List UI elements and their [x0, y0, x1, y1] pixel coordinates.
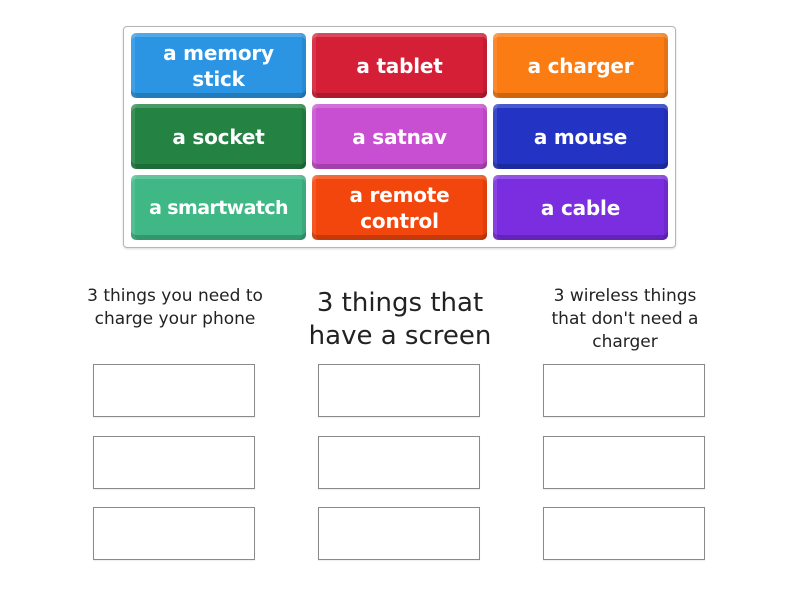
- drop-slot-group3-3[interactable]: [543, 507, 705, 560]
- tile-label: a remote control: [349, 182, 450, 233]
- drop-slot-group1-2[interactable]: [93, 436, 255, 489]
- drop-slot-group2-2[interactable]: [318, 436, 480, 489]
- drop-slot-group3-1[interactable]: [543, 364, 705, 417]
- tile-satnav[interactable]: a satnav: [312, 104, 487, 169]
- drop-slot-group3-2[interactable]: [543, 436, 705, 489]
- group-title-have-screen: 3 things that have a screen: [308, 288, 492, 351]
- tile-label: a charger: [527, 53, 634, 78]
- tile-label: a mouse: [533, 124, 628, 149]
- drop-slot-group1-3[interactable]: [93, 507, 255, 560]
- tile-label: a memory stick: [163, 40, 274, 91]
- tile-tablet[interactable]: a tablet: [312, 33, 487, 98]
- drop-slot-group1-1[interactable]: [93, 364, 255, 417]
- group-title-wireless: 3 wireless things that don't need a char…: [551, 286, 699, 352]
- drop-slot-group2-1[interactable]: [318, 364, 480, 417]
- tile-label: a satnav: [352, 124, 447, 149]
- tile-label: a smartwatch: [149, 196, 288, 219]
- group-title-charge-phone: 3 things you need to charge your phone: [87, 286, 263, 329]
- tile-mouse[interactable]: a mouse: [493, 104, 668, 169]
- tile-label: a cable: [540, 195, 621, 220]
- tile-label: a tablet: [356, 53, 443, 78]
- drop-slot-group2-3[interactable]: [318, 507, 480, 560]
- tile-socket[interactable]: a socket: [131, 104, 306, 169]
- tile-charger[interactable]: a charger: [493, 33, 668, 98]
- tile-smartwatch[interactable]: a smartwatch: [131, 175, 306, 240]
- tile-cable[interactable]: a cable: [493, 175, 668, 240]
- tile-label: a socket: [172, 124, 265, 149]
- tile-remote-control[interactable]: a remote control: [312, 175, 487, 240]
- tile-memory-stick[interactable]: a memory stick: [131, 33, 306, 98]
